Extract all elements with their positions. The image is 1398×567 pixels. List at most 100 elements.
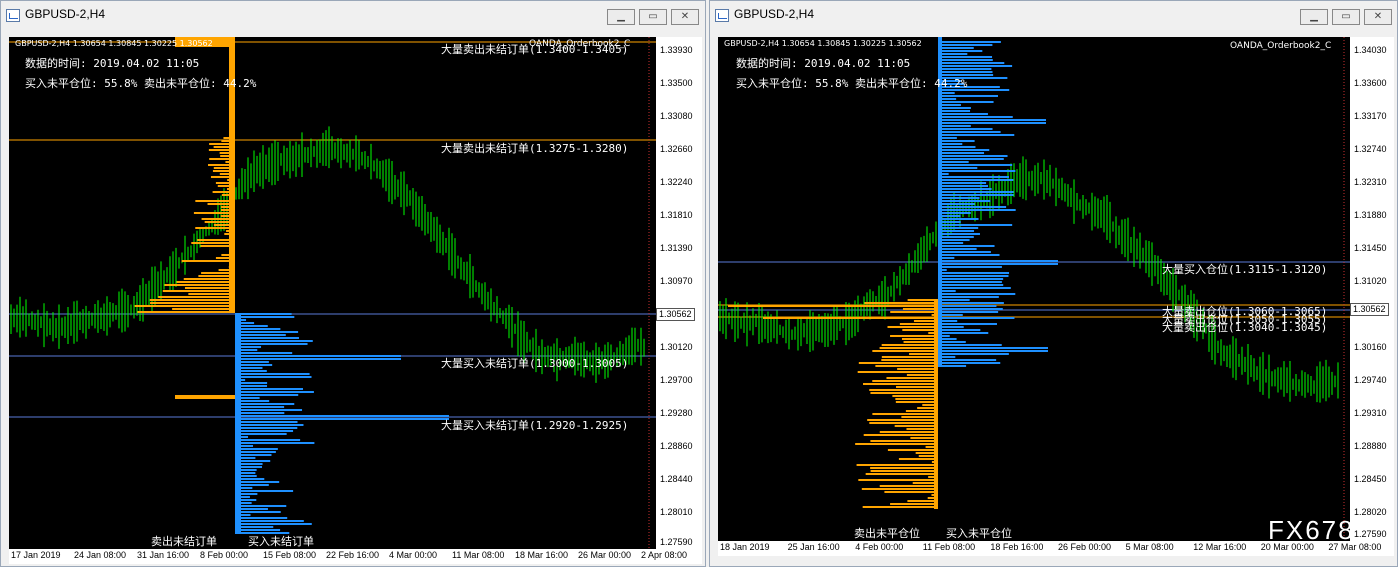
position-ratio-label: 买入未平仓位: 55.8% 卖出未平仓位: 44.2% [736,77,968,90]
buy-order-bar [235,322,255,324]
buy-order-bar [235,355,401,357]
sell-order-bar [191,242,235,244]
buy-order-bar [235,430,294,432]
chart-area[interactable]: GBPUSD-2,H4 1.30654 1.30845 1.30225 1.30… [9,37,656,549]
sell-position-bar [879,431,938,433]
maximize-button[interactable]: ▭ [639,9,667,25]
buy-position-bar [938,185,988,187]
buy-position-bar [938,191,1014,193]
minimize-button[interactable]: ▁ [1300,9,1328,25]
sell-position-bar [925,446,938,448]
sell-position-bar [931,314,938,316]
sell-position-bar [887,449,938,451]
sell-position-bar [872,350,938,352]
buy-position-bar [938,278,1004,280]
sell-position-bar [862,506,938,508]
buy-position-bar [938,302,1004,304]
annotation-buy-1: 大量买入未结订单(1.3000-1.3005) [441,357,629,370]
buy-position-bar [938,242,964,244]
buy-order-bar [235,520,304,522]
sell-position-bar [870,470,938,472]
maximize-button[interactable]: ▭ [1332,9,1360,25]
buy-order-bar [235,331,299,333]
price-tick-label: 1.27590 [660,537,693,547]
buy-position-bar [938,92,955,94]
sell-position-bar [858,362,938,364]
sell-position-bar [861,488,938,490]
chart-window-left[interactable]: GBPUSD-2,H4 ▁ ▭ ✕ GBPUSD-2,H4 1.30654 1.… [0,0,706,567]
sell-position-bar [902,329,938,331]
sell-order-bar [183,278,235,280]
time-tick-label: 17 Jan 2019 [11,550,61,560]
buy-position-bar [938,272,1010,274]
price-tick-label: 1.28450 [1354,474,1387,484]
close-button[interactable]: ✕ [671,9,699,25]
sell-position-bar [855,443,938,445]
buy-position-bar [938,290,956,292]
time-tick-label: 25 Jan 16:00 [787,542,840,552]
sell-position-bar [915,452,938,454]
buy-position-bar [938,179,1014,181]
buy-position-bar [938,155,1008,157]
minimize-button[interactable]: ▁ [607,9,635,25]
buy-position-bar [938,110,971,112]
price-tick-label: 1.28020 [1354,507,1387,517]
buy-order-bar [235,460,271,462]
price-chart-svg[interactable] [718,37,1350,541]
price-tick-label: 1.33080 [660,111,693,121]
buy-order-bar [235,442,315,444]
buy-order-bar [235,484,269,486]
price-tick-label: 1.28860 [660,441,693,451]
buy-position-bar [938,143,963,145]
buy-position-bar [938,113,988,115]
sell-position-bar [869,422,938,424]
buy-position-bar [938,314,963,316]
sell-position-bar [879,485,938,487]
maximize-icon: ▭ [648,11,658,22]
chart-area[interactable]: GBPUSD-2,H4 1.30654 1.30845 1.30225 1.30… [718,37,1350,541]
buy-order-bar [235,325,268,327]
buy-order-bar [235,496,250,498]
time-axis[interactable]: 17 Jan 2019 24 Jan 08:00 31 Jan 16:00 8 Feb… [9,549,702,564]
price-tick-label: 1.30970 [660,276,693,286]
buy-order-bar [235,376,312,378]
price-axis[interactable]: 1.33930 1.33500 1.33080 1.32660 1.32240 1.318… [656,37,702,549]
title-bar[interactable]: GBPUSD-2,H4 ▁ ▭ ✕ [1,1,705,29]
sell-position-bar [869,389,938,391]
price-chart-svg[interactable] [9,37,656,549]
buy-position-bar [938,56,993,58]
buy-position-bar [938,104,961,106]
sell-position-bar [927,497,938,499]
buy-position-bar [938,317,1015,319]
price-axis[interactable]: 1.34030 1.33600 1.33170 1.32740 1.32310 1.318… [1350,37,1394,541]
time-tick-label: 8 Feb 00:00 [200,550,249,560]
title-bar[interactable]: GBPUSD-2,H4 ▁ ▭ ✕ [710,1,1397,29]
sell-position-bar [907,500,938,502]
sell-position-bar [897,368,938,370]
buy-position-bar [938,332,989,334]
buy-order-bar [235,361,269,363]
buy-position-bar [938,257,955,259]
sell-position-bar [856,464,938,466]
buy-order-bar [235,409,303,411]
buy-position-bar [938,281,1002,283]
buy-position-bar [938,260,1058,262]
buy-position-bar [938,176,1009,178]
buy-position-bar [938,320,958,322]
sell-position-bar [875,365,938,367]
buy-position-bar [938,266,1002,268]
buy-position-bar [938,167,978,169]
price-tick-label: 1.28010 [660,507,693,517]
close-button[interactable]: ✕ [1364,9,1392,25]
buy-position-bar [938,299,970,301]
buy-position-bar [938,47,974,49]
chart-window-right[interactable]: GBPUSD-2,H4 ▁ ▭ ✕ GBPUSD-2,H4 1.30654 1.… [709,0,1398,567]
buy-position-bar [938,248,977,250]
buy-order-bar [235,319,247,321]
sell-order-bar [150,302,235,304]
buy-order-bar [235,472,256,474]
buy-order-bar [235,526,274,528]
buy-position-bar [938,239,970,241]
buy-position-bar [938,353,1009,355]
sell-positions-label: 卖出未平仓位 [854,527,920,540]
